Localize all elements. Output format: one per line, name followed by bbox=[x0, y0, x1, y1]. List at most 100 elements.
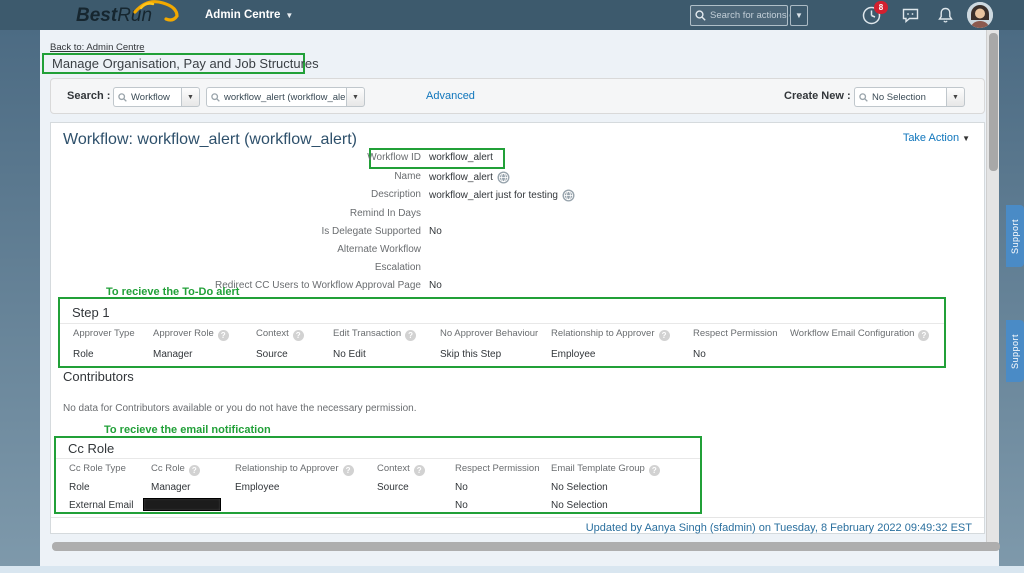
page-title: Manage Organisation, Pay and Job Structu… bbox=[52, 56, 319, 71]
search-icon bbox=[859, 93, 868, 102]
column-header: Relationship to Approver? bbox=[551, 328, 670, 341]
support-tab-upper[interactable]: Support bbox=[1006, 205, 1024, 267]
field-label: Description bbox=[61, 189, 421, 200]
column-header: Approver Type bbox=[73, 328, 135, 339]
create-new-label: Create New : bbox=[784, 90, 851, 102]
chevron-down-icon: ▼ bbox=[952, 94, 959, 101]
notifications-bell-icon[interactable] bbox=[938, 7, 953, 29]
search-toolbar: Search : Workflow ▼ workflow_alert (work… bbox=[50, 78, 985, 114]
globe-translation-icon[interactable] bbox=[562, 189, 575, 202]
search-label: Search : bbox=[67, 90, 110, 102]
field-value: No bbox=[429, 226, 442, 237]
column-header: Context? bbox=[377, 463, 425, 476]
column-header: Email Template Group? bbox=[551, 463, 660, 476]
bottom-edge-band bbox=[0, 566, 1024, 573]
global-search-dropdown-button[interactable]: ▼ bbox=[790, 5, 808, 26]
step1-relationship-to-approver: Employee bbox=[551, 349, 595, 360]
search-type-combo[interactable]: Workflow ▼ bbox=[113, 87, 200, 107]
field-row-remind-in-days: Remind In Days bbox=[51, 208, 971, 226]
step1-edit-transaction: No Edit bbox=[333, 349, 366, 360]
help-icon[interactable]: ? bbox=[189, 465, 200, 476]
chevron-down-icon: ▼ bbox=[352, 94, 359, 101]
globe-translation-icon[interactable] bbox=[497, 171, 510, 184]
global-search-box[interactable] bbox=[690, 5, 788, 26]
search-icon bbox=[211, 93, 220, 102]
field-row-name: Name workflow_alert bbox=[51, 171, 971, 189]
search-item-combo[interactable]: workflow_alert (workflow_alert... ▼ bbox=[206, 87, 365, 107]
panel-footer-divider bbox=[51, 517, 984, 518]
global-search-input[interactable] bbox=[710, 10, 790, 21]
cc-row-context: Source bbox=[377, 482, 409, 493]
search-type-dropdown-button[interactable]: ▼ bbox=[181, 87, 200, 107]
field-value: No bbox=[429, 280, 442, 291]
todo-count-badge: 8 bbox=[874, 1, 888, 14]
search-item-dropdown-button[interactable]: ▼ bbox=[346, 87, 365, 107]
chat-feedback-icon[interactable] bbox=[902, 8, 919, 28]
nav-admin-centre[interactable]: Admin Centre ▼ bbox=[205, 0, 293, 30]
field-value: workflow_alert bbox=[429, 172, 493, 183]
field-label: Is Delegate Supported bbox=[61, 226, 421, 237]
cc-row-type: External Email bbox=[69, 500, 133, 511]
logo-swoosh-icon bbox=[133, 0, 185, 26]
create-new-dropdown-button[interactable]: ▼ bbox=[946, 87, 965, 107]
field-label: Alternate Workflow bbox=[61, 244, 421, 255]
step1-approver-type: Role bbox=[73, 349, 94, 360]
search-item-value: workflow_alert (workflow_alert... bbox=[224, 92, 346, 103]
advanced-link[interactable]: Advanced bbox=[426, 90, 475, 102]
chevron-down-icon: ▼ bbox=[187, 94, 194, 101]
workflow-panel-title: Workflow: workflow_alert (workflow_alert… bbox=[63, 131, 357, 149]
help-icon[interactable]: ? bbox=[343, 465, 354, 476]
vertical-scrollbar[interactable] bbox=[986, 30, 999, 543]
field-row-workflow-id: Workflow ID workflow_alert bbox=[51, 152, 971, 170]
vertical-scrollbar-thumb[interactable] bbox=[989, 33, 998, 171]
top-header-bar: BestRun Admin Centre ▼ ▼ 8 bbox=[0, 0, 1024, 30]
help-icon[interactable]: ? bbox=[405, 330, 416, 341]
support-tab-lower[interactable]: Support bbox=[1006, 320, 1024, 382]
updated-by-text: Updated by Aanya Singh (sfadmin) on Tues… bbox=[586, 522, 972, 534]
create-new-combo[interactable]: No Selection ▼ bbox=[854, 87, 965, 107]
column-header: Approver Role? bbox=[153, 328, 229, 341]
column-header: Edit Transaction? bbox=[333, 328, 416, 341]
column-header: Cc Role Type bbox=[69, 463, 126, 474]
create-new-value: No Selection bbox=[872, 92, 926, 103]
chevron-down-icon: ▼ bbox=[795, 11, 803, 20]
step1-title: Step 1 bbox=[72, 305, 110, 320]
help-icon[interactable]: ? bbox=[649, 465, 660, 476]
step1-approver-role: Manager bbox=[153, 349, 192, 360]
help-icon[interactable]: ? bbox=[918, 330, 929, 341]
field-row-description: Description workflow_alert just for test… bbox=[51, 189, 971, 207]
chevron-down-icon: ▼ bbox=[962, 134, 970, 143]
back-to-admin-centre-link[interactable]: Back to: Admin Centre bbox=[50, 42, 145, 53]
cc-role-highlight-box: Cc Role Cc Role Type Cc Role? Relationsh… bbox=[54, 436, 702, 514]
cc-row-role: Manager bbox=[151, 482, 190, 493]
logo-text-best: Best bbox=[76, 5, 117, 26]
cc-row-email-template-group: No Selection bbox=[551, 500, 608, 511]
bestrun-logo: BestRun bbox=[76, 3, 171, 29]
contributors-title: Contributors bbox=[63, 369, 134, 384]
left-edge-background bbox=[0, 30, 40, 566]
chevron-down-icon: ▼ bbox=[285, 11, 293, 20]
help-icon[interactable]: ? bbox=[659, 330, 670, 341]
field-row-is-delegate-supported: Is Delegate Supported No bbox=[51, 226, 971, 244]
cc-role-title: Cc Role bbox=[68, 441, 114, 456]
contributors-empty-message: No data for Contributors available or yo… bbox=[63, 403, 417, 414]
workflow-detail-panel: Workflow: workflow_alert (workflow_alert… bbox=[50, 122, 985, 534]
horizontal-scrollbar-thumb[interactable] bbox=[52, 542, 1000, 551]
redacted-email-value bbox=[143, 498, 221, 511]
help-icon[interactable]: ? bbox=[293, 330, 304, 341]
cc-row-respect-permission: No bbox=[455, 500, 468, 511]
nav-admin-centre-label: Admin Centre bbox=[205, 9, 280, 21]
take-action-button[interactable]: Take Action▼ bbox=[903, 132, 970, 144]
field-value: workflow_alert bbox=[429, 152, 493, 163]
search-icon bbox=[118, 93, 127, 102]
column-header: Workflow Email Configuration? bbox=[790, 328, 929, 341]
step1-context: Source bbox=[256, 349, 288, 360]
field-value: workflow_alert just for testing bbox=[429, 190, 558, 201]
right-edge-background bbox=[999, 30, 1024, 566]
help-icon[interactable]: ? bbox=[414, 465, 425, 476]
column-header: Respect Permission bbox=[693, 328, 777, 339]
help-icon[interactable]: ? bbox=[218, 330, 229, 341]
column-header: Cc Role? bbox=[151, 463, 200, 476]
cc-row-relationship: Employee bbox=[235, 482, 279, 493]
user-avatar[interactable] bbox=[967, 2, 993, 28]
